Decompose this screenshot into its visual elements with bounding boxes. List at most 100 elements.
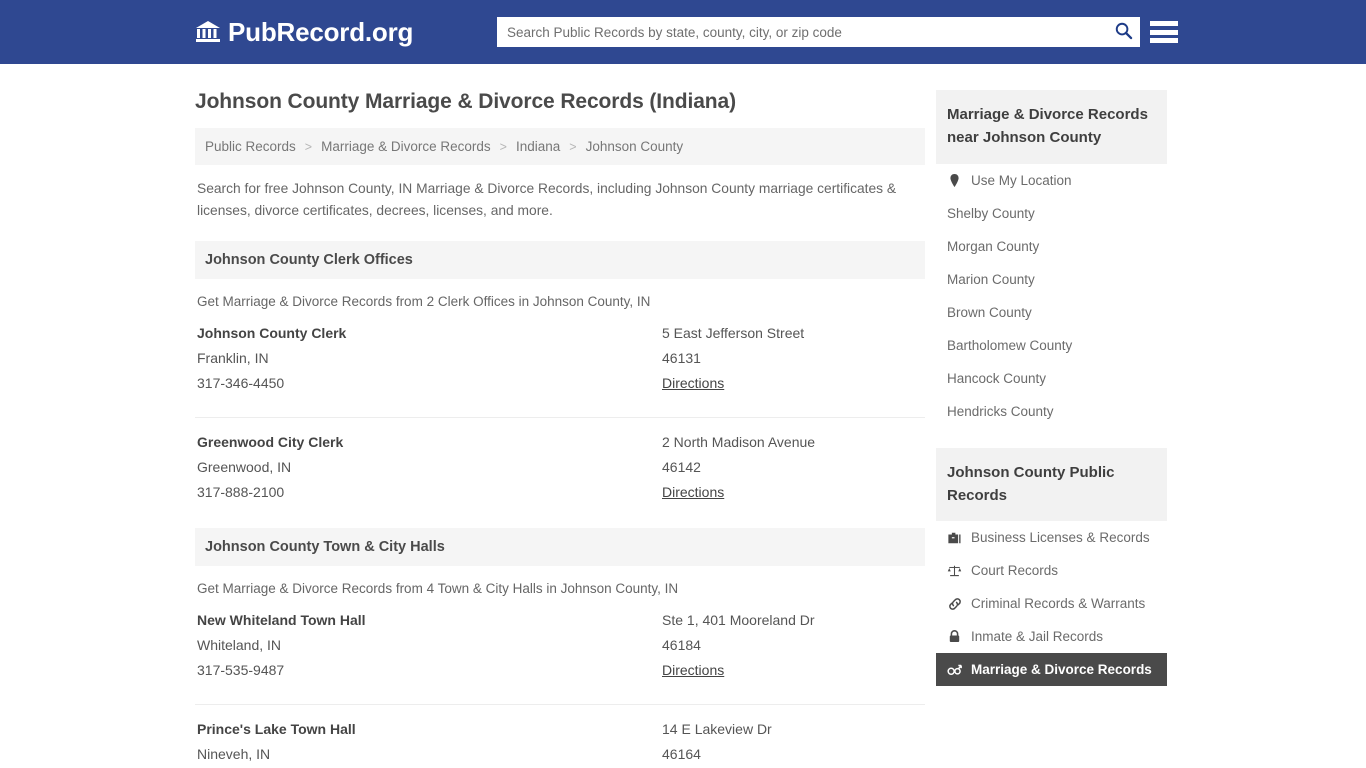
listing-name[interactable]: Greenwood City Clerk xyxy=(197,434,662,450)
breadcrumb-item[interactable]: Marriage & Divorce Records xyxy=(321,139,491,154)
listing-zip: 46184 xyxy=(662,637,701,654)
listing-right-column: 14 E Lakeview Dr46164Directions xyxy=(662,721,923,768)
sidebar-item-label: Marriage & Divorce Records xyxy=(971,662,1152,677)
listing-zip: 46164 xyxy=(662,746,701,763)
bank-building-icon xyxy=(195,19,221,45)
sidebar-nearby-list: Use My Location Shelby County Morgan Count… xyxy=(936,164,1167,428)
records-section: Johnson County Clerk Offices Get Marriage… xyxy=(195,241,925,509)
sidebar-nearby-item-hancock-county[interactable]: Hancock County xyxy=(936,362,1167,395)
main-content: Johnson County Marriage & Divorce Record… xyxy=(195,64,925,768)
search-button[interactable] xyxy=(1106,17,1140,47)
listing-city: Greenwood, IN xyxy=(197,459,292,476)
sidebar-nearby-item-bartholomew-county[interactable]: Bartholomew County xyxy=(936,329,1167,362)
records-sections: Johnson County Clerk Offices Get Marriage… xyxy=(195,241,925,768)
sidebar-item-label: Inmate & Jail Records xyxy=(971,629,1104,644)
sidebar-item-label: Marion County xyxy=(947,271,1035,287)
breadcrumb: Public Records > Marriage & Divorce Record… xyxy=(195,128,925,165)
section-subtext: Get Marriage & Divorce Records from 4 To… xyxy=(197,581,679,597)
venus-mars-icon xyxy=(947,662,962,677)
page-body: Johnson County Marriage & Divorce Record… xyxy=(0,64,1366,768)
breadcrumb-separator: > xyxy=(499,139,507,154)
listing-address: 14 E Lakeview Dr xyxy=(662,721,772,738)
page-title: Johnson County Marriage & Divorce Record… xyxy=(195,90,736,113)
breadcrumb-separator: > xyxy=(304,139,313,154)
sidebar-item-label: Business Licenses & Records xyxy=(971,530,1150,545)
breadcrumb-item: Johnson County xyxy=(585,139,684,154)
listing-city: Franklin, IN xyxy=(197,350,269,367)
sidebar-nearby-item-use-my-location[interactable]: Use My Location xyxy=(936,164,1167,197)
sidebar: Marriage & Divorce Records near Johnson … xyxy=(936,64,1167,768)
listing-right-column: 5 East Jefferson Street 46131 Directions xyxy=(662,325,923,400)
listing-address: 2 North Madison Avenue xyxy=(662,434,816,451)
listing-row: Johnson County Clerk Franklin, IN 317-346-… xyxy=(195,309,925,400)
sidebar-item-label: Shelby County xyxy=(947,205,1035,221)
listing-directions-link[interactable]: Directions xyxy=(662,484,724,500)
listing-left-column: Prince's Lake Town HallNineveh, IN317-93… xyxy=(197,721,662,768)
menu-bar-3 xyxy=(1150,38,1178,43)
sidebar-record-item-inmate-jail-records[interactable]: Inmate & Jail Records xyxy=(936,620,1167,653)
listing-directions-link[interactable]: Directions xyxy=(662,662,724,678)
briefcase-icon xyxy=(947,530,962,545)
listing-left-column: New Whiteland Town Hall Whiteland, IN 317-… xyxy=(197,612,662,687)
listing-row: New Whiteland Town Hall Whiteland, IN 317-… xyxy=(195,596,925,687)
sidebar-nearby-heading: Marriage & Divorce Records near Johnson … xyxy=(936,90,1167,164)
listing-row: Greenwood City Clerk Greenwood, IN 317-888… xyxy=(195,417,925,509)
breadcrumb-item[interactable]: Public Records xyxy=(205,139,296,154)
sidebar-records-list: Business Licenses & Records Court Records… xyxy=(936,521,1167,686)
sidebar-item-label: Hancock County xyxy=(947,370,1047,386)
listing-name[interactable]: Prince's Lake Town Hall xyxy=(197,721,662,737)
sidebar-item-label: Hendricks County xyxy=(947,403,1054,419)
listing-address: Ste 1, 401 Mooreland Dr xyxy=(662,612,815,629)
section-subtext: Get Marriage & Divorce Records from 2 Cl… xyxy=(197,294,651,310)
sidebar-item-label: Court Records xyxy=(971,563,1059,578)
listing-left-column: Greenwood City Clerk Greenwood, IN 317-888… xyxy=(197,434,662,509)
sidebar-record-item-criminal-records-warrants[interactable]: Criminal Records & Warrants xyxy=(936,587,1167,620)
menu-bar-2 xyxy=(1150,29,1178,35)
site-logo-text: PubRecord.org xyxy=(228,16,414,47)
sidebar-item-label: Criminal Records & Warrants xyxy=(971,596,1146,611)
search-input[interactable] xyxy=(497,18,1106,46)
breadcrumb-separator: > xyxy=(569,139,577,154)
listing-city: Whiteland, IN xyxy=(197,637,282,654)
listing-name[interactable]: Johnson County Clerk xyxy=(197,325,662,341)
sidebar-nearby-item-hendricks-county[interactable]: Hendricks County xyxy=(936,395,1167,428)
lock-icon xyxy=(947,629,962,644)
listing-right-column: Ste 1, 401 Mooreland Dr 46184 Directions xyxy=(662,612,923,687)
listing-city: Nineveh, IN xyxy=(197,746,271,763)
sidebar-nearby-item-marion-county[interactable]: Marion County xyxy=(936,263,1167,296)
listing-left-column: Johnson County Clerk Franklin, IN 317-346-… xyxy=(197,325,662,400)
search-bar[interactable] xyxy=(497,17,1140,47)
search-icon xyxy=(1114,21,1133,43)
sidebar-records-heading: Johnson County Public Records xyxy=(936,447,1167,521)
page-description: Search for free Johnson County, IN Marri… xyxy=(197,181,897,219)
records-section: Johnson County Town & City Halls Get Marr… xyxy=(195,528,925,768)
sidebar-item-label: Morgan County xyxy=(947,238,1040,254)
sidebar-nearby-item-morgan-county[interactable]: Morgan County xyxy=(936,230,1167,263)
sidebar-nearby-item-brown-county[interactable]: Brown County xyxy=(936,296,1167,329)
menu-bar-1 xyxy=(1150,21,1178,26)
sidebar-record-item-business-licenses-records[interactable]: Business Licenses & Records xyxy=(936,521,1167,554)
sidebar-item-label: Use My Location xyxy=(971,172,1072,188)
scales-icon xyxy=(947,563,962,578)
sidebar-item-label: Bartholomew County xyxy=(947,337,1073,353)
sidebar-item-label: Brown County xyxy=(947,304,1032,320)
sidebar-record-item-marriage-divorce-records[interactable]: Marriage & Divorce Records xyxy=(936,653,1167,686)
listing-phone[interactable]: 317-346-4450 xyxy=(197,375,662,391)
hamburger-menu-icon[interactable] xyxy=(1150,18,1178,46)
site-header: PubRecord.org xyxy=(0,0,1366,64)
listing-zip: 46142 xyxy=(662,459,701,476)
listing-phone[interactable]: 317-888-2100 xyxy=(197,484,662,500)
chain-link-icon xyxy=(947,596,962,611)
breadcrumb-item[interactable]: Indiana xyxy=(516,139,560,154)
listing-zip: 46131 xyxy=(662,350,701,367)
listing-name[interactable]: New Whiteland Town Hall xyxy=(197,612,662,628)
section-heading: Johnson County Town & City Halls xyxy=(195,528,925,567)
sidebar-record-item-court-records[interactable]: Court Records xyxy=(936,554,1167,587)
listing-phone[interactable]: 317-535-9487 xyxy=(197,662,662,678)
sidebar-nearby-item-shelby-county[interactable]: Shelby County xyxy=(936,197,1167,230)
map-pin-icon xyxy=(947,173,962,188)
listing-row: Prince's Lake Town HallNineveh, IN317-93… xyxy=(195,704,925,768)
listing-address: 5 East Jefferson Street xyxy=(662,325,805,342)
site-logo[interactable]: PubRecord.org xyxy=(195,17,413,48)
listing-directions-link[interactable]: Directions xyxy=(662,375,724,391)
